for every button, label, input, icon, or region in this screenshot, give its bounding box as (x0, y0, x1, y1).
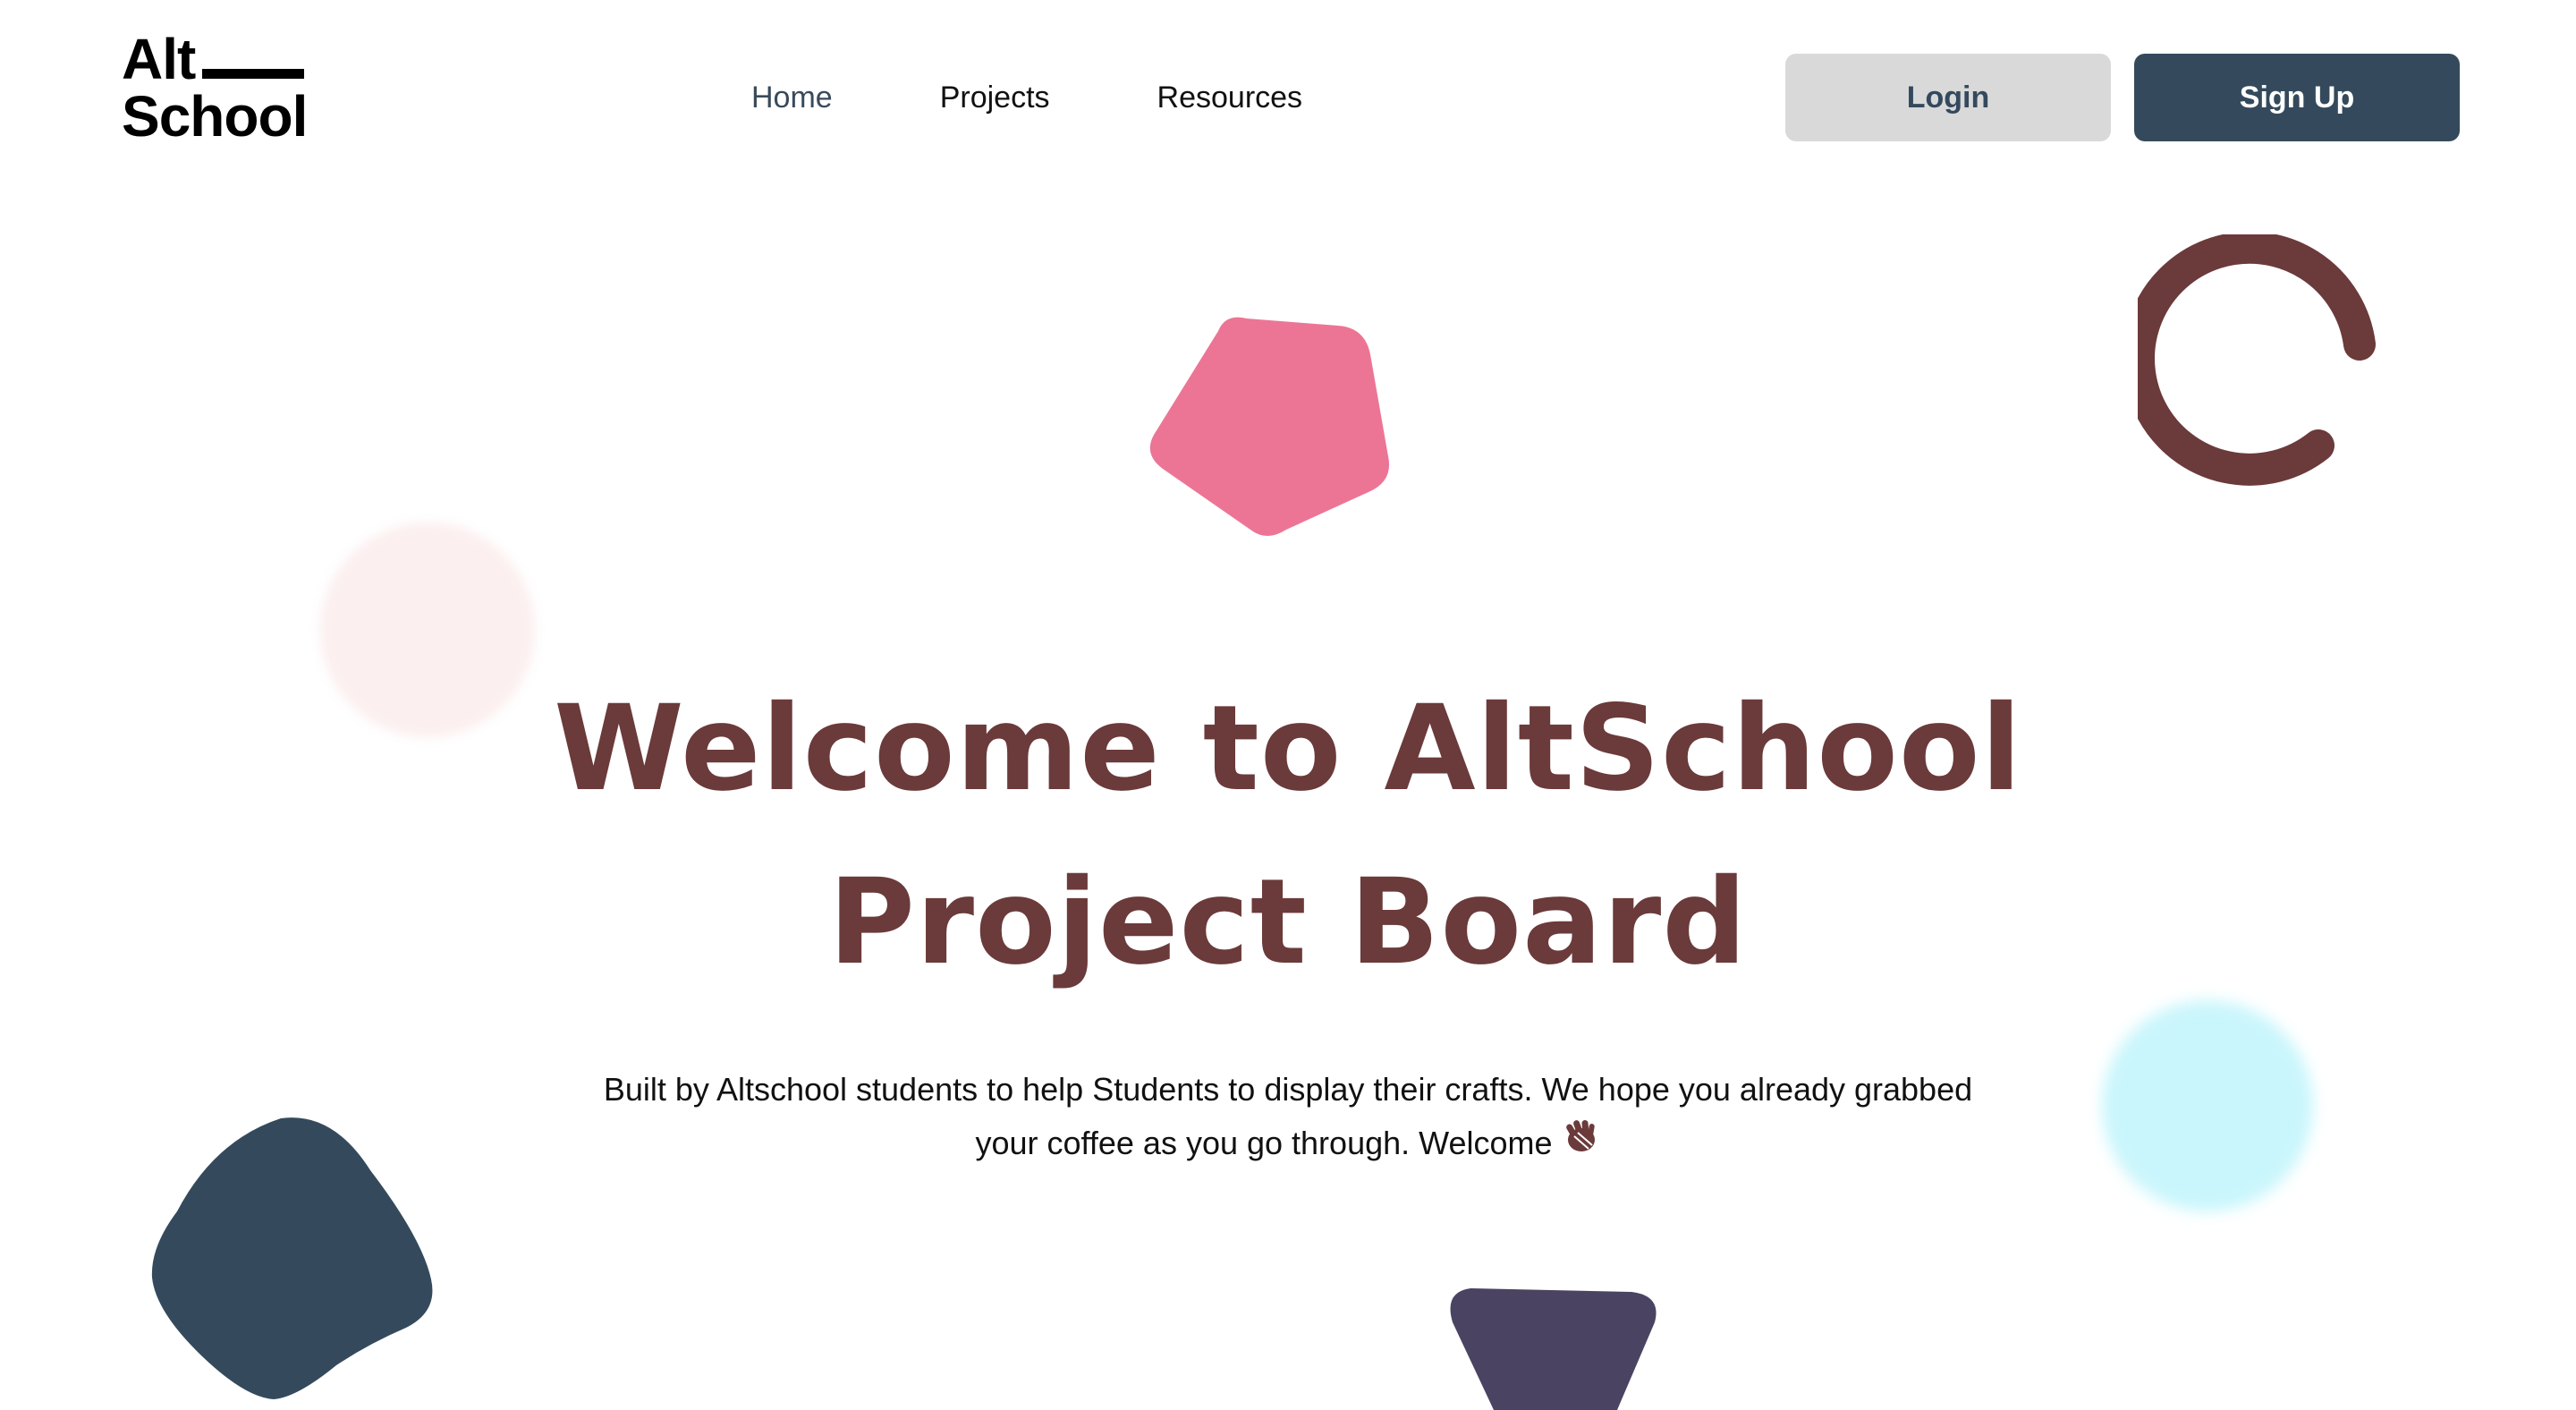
hero-title-line1: Welcome to AltSchool (554, 680, 2022, 818)
blurred-cyan-circle (2102, 1000, 2313, 1211)
login-button[interactable]: Login (1785, 54, 2111, 141)
nav-home[interactable]: Home (751, 75, 833, 120)
logo-text-alt: Alt (122, 27, 196, 91)
nav-projects[interactable]: Projects (940, 75, 1050, 120)
ring-shape (2138, 234, 2376, 486)
logo-bar (202, 69, 305, 79)
logo-text-school: School (122, 84, 308, 149)
hero-subtitle-text: Built by Altschool students to help Stud… (603, 1071, 1973, 1161)
pink-pentagon-shape (1149, 317, 1390, 536)
purple-trapezoid-shape (1450, 1288, 1657, 1410)
signup-button[interactable]: Sign Up (2134, 54, 2460, 141)
hero-subtitle: Built by Altschool students to help Stud… (572, 1063, 2004, 1170)
page: Alt School Home Projects Resources Login… (0, 0, 2576, 1410)
waving-hand-icon (1565, 1119, 1595, 1151)
dark-blob-shape (151, 1117, 433, 1399)
altschool-logo[interactable]: Alt School (122, 27, 308, 149)
main-nav: Home Projects Resources (751, 75, 1410, 120)
hero-title: Welcome to AltSchool Project Board (0, 662, 2576, 1009)
hero-title-line2: Project Board (828, 854, 1748, 991)
nav-resources[interactable]: Resources (1157, 75, 1303, 120)
